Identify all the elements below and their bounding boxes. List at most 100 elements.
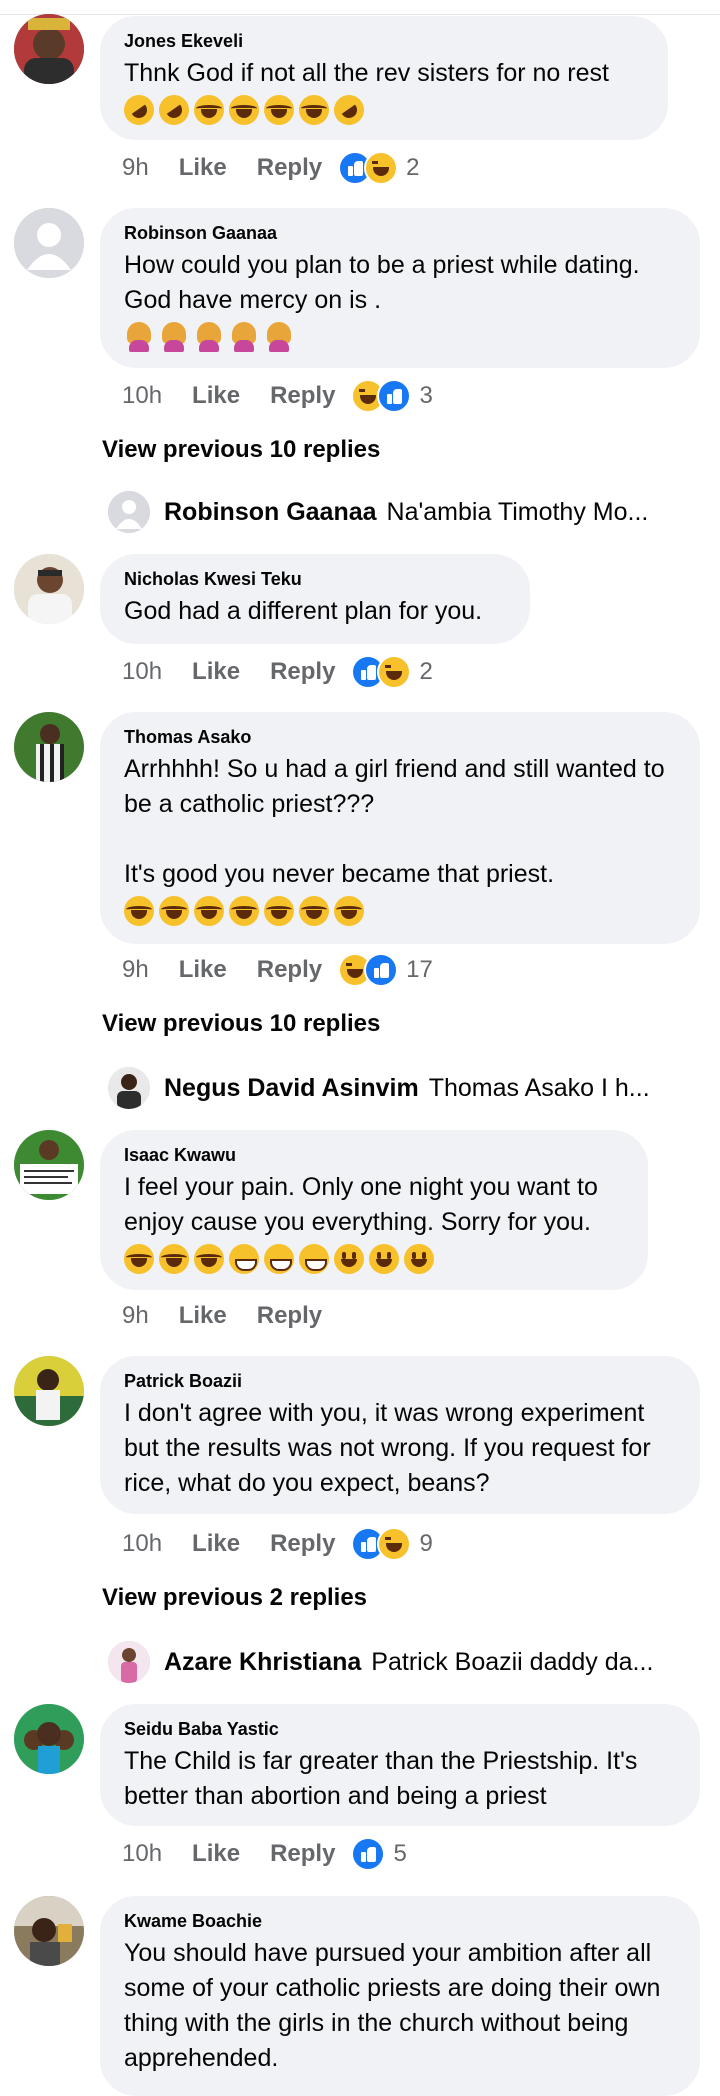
like-reaction-icon <box>364 953 399 987</box>
like-button[interactable]: Like <box>192 382 240 410</box>
comment-time[interactable]: 9h <box>122 154 149 182</box>
avatar[interactable] <box>14 1130 84 1200</box>
reply-author[interactable]: Negus David Asinvim <box>164 1074 419 1103</box>
reaction-count: 2 <box>419 658 433 685</box>
emoji-row <box>124 1244 624 1274</box>
reply-preview[interactable]: Negus David Asinvim Thomas Asako I h... <box>108 1066 678 1110</box>
laugh-emoji-icon <box>194 896 224 926</box>
like-button[interactable]: Like <box>179 154 227 182</box>
comment-author[interactable]: Robinson Gaanaa <box>124 222 676 244</box>
comment-author[interactable]: Seidu Baba Yastic <box>124 1718 676 1740</box>
smile-emoji-icon <box>404 1244 434 1274</box>
comment-text: Thnk God if not all the rev sisters for … <box>124 59 609 87</box>
reaction-summary[interactable]: 17 <box>338 953 433 987</box>
facepalm-emoji-icon <box>159 322 189 352</box>
reaction-summary[interactable]: 3 <box>351 379 433 413</box>
comment-author[interactable]: Kwame Boachie <box>124 1910 676 1932</box>
grin-emoji-icon <box>229 1244 259 1274</box>
reply-text: Thomas Asako I h... <box>428 1073 650 1102</box>
laugh-emoji-icon <box>229 95 259 125</box>
reaction-count: 9 <box>419 1530 433 1557</box>
like-button[interactable]: Like <box>192 1840 240 1868</box>
reply-author[interactable]: Azare Khristiana <box>164 1648 361 1677</box>
facepalm-emoji-icon <box>264 322 294 352</box>
comment-bubble: Thomas Asako Arrhhhh! So u had a girl fr… <box>100 712 700 944</box>
emoji-row <box>124 322 676 352</box>
reply-button[interactable]: Reply <box>257 154 322 182</box>
comment-time[interactable]: 9h <box>122 956 149 984</box>
comment-time[interactable]: 10h <box>122 1530 162 1558</box>
comment-actions: 10h Like Reply 2 <box>122 654 433 690</box>
comment-text: I don't agree with you, it was wrong exp… <box>124 1399 651 1497</box>
reply-avatar[interactable] <box>108 1067 150 1109</box>
reply-preview[interactable]: Azare Khristiana Patrick Boazii daddy da… <box>108 1640 678 1684</box>
reply-author[interactable]: Robinson Gaanaa <box>164 498 377 527</box>
comment-bubble: Robinson Gaanaa How could you plan to be… <box>100 208 700 368</box>
haha-reaction-icon <box>364 151 399 185</box>
reaction-summary[interactable]: 2 <box>351 655 433 689</box>
like-button[interactable]: Like <box>179 956 227 984</box>
comment-actions: 9h Like Reply <box>122 1298 352 1334</box>
avatar[interactable] <box>14 1704 84 1774</box>
comment-time[interactable]: 10h <box>122 382 162 410</box>
avatar[interactable] <box>14 208 84 278</box>
grin-emoji-icon <box>299 1244 329 1274</box>
view-previous-replies-link[interactable]: View previous 10 replies <box>102 1010 380 1038</box>
laugh-emoji-icon <box>334 896 364 926</box>
like-reaction-icon <box>351 1837 386 1871</box>
reply-button[interactable]: Reply <box>270 658 335 686</box>
like-reaction-icon <box>377 379 412 413</box>
avatar[interactable] <box>14 1896 84 1966</box>
comment-author[interactable]: Patrick Boazii <box>124 1370 676 1392</box>
laugh-emoji-icon <box>124 896 154 926</box>
reaction-count: 3 <box>419 382 433 409</box>
reply-text: Na'ambia Timothy Mo... <box>386 497 649 526</box>
comment-bubble: Nicholas Kwesi Teku God had a different … <box>100 554 530 644</box>
reply-button[interactable]: Reply <box>270 1530 335 1558</box>
reaction-summary[interactable]: 2 <box>338 151 419 185</box>
reply-button[interactable]: Reply <box>257 1302 322 1330</box>
reaction-summary[interactable]: 5 <box>351 1837 407 1871</box>
comment-time[interactable]: 9h <box>122 1302 149 1330</box>
comment-time[interactable]: 10h <box>122 658 162 686</box>
reaction-summary[interactable]: 9 <box>351 1527 433 1561</box>
comment-author[interactable]: Isaac Kwawu <box>124 1144 624 1166</box>
comment-bubble: Kwame Boachie You should have pursued yo… <box>100 1896 700 2096</box>
laugh-emoji-icon <box>264 95 294 125</box>
reply-avatar[interactable] <box>108 491 150 533</box>
comment-actions: 10h Like Reply 5 <box>122 1836 407 1872</box>
comment-bubble: Patrick Boazii I don't agree with you, i… <box>100 1356 700 1514</box>
laugh-emoji-icon <box>194 95 224 125</box>
comment-text: How could you plan to be a priest while … <box>124 251 640 314</box>
like-button[interactable]: Like <box>192 658 240 686</box>
reply-button[interactable]: Reply <box>257 956 322 984</box>
reply-button[interactable]: Reply <box>270 382 335 410</box>
like-button[interactable]: Like <box>179 1302 227 1330</box>
view-previous-replies-link[interactable]: View previous 2 replies <box>102 1584 367 1612</box>
comment-author[interactable]: Jones Ekeveli <box>124 30 644 52</box>
comment-time[interactable]: 10h <box>122 1840 162 1868</box>
comment-text: God had a different plan for you. <box>124 597 483 625</box>
reply-avatar[interactable] <box>108 1641 150 1683</box>
reply-button[interactable]: Reply <box>270 1840 335 1868</box>
reply-text: Patrick Boazii daddy da... <box>371 1647 654 1676</box>
comment-text: The Child is far greater than the Priest… <box>124 1747 638 1810</box>
comment-text: I feel your pain. Only one night you wan… <box>124 1173 598 1236</box>
laugh-emoji-icon <box>124 1244 154 1274</box>
avatar[interactable] <box>14 1356 84 1426</box>
rofl-emoji-icon <box>328 89 370 131</box>
comment-actions: 10h Like Reply 9 <box>122 1526 433 1562</box>
laugh-emoji-icon <box>299 896 329 926</box>
comment-author[interactable]: Nicholas Kwesi Teku <box>124 568 506 590</box>
reply-preview[interactable]: Robinson Gaanaa Na'ambia Timothy Mo... <box>108 490 678 534</box>
comment-author[interactable]: Thomas Asako <box>124 726 676 748</box>
facepalm-emoji-icon <box>229 322 259 352</box>
view-previous-replies-link[interactable]: View previous 10 replies <box>102 436 380 464</box>
laugh-emoji-icon <box>229 896 259 926</box>
comment-text: Arrhhhh! So u had a girl friend and stil… <box>124 755 665 888</box>
like-button[interactable]: Like <box>192 1530 240 1558</box>
avatar[interactable] <box>14 712 84 782</box>
avatar[interactable] <box>14 14 84 84</box>
rofl-emoji-icon <box>118 89 160 131</box>
avatar[interactable] <box>14 554 84 624</box>
